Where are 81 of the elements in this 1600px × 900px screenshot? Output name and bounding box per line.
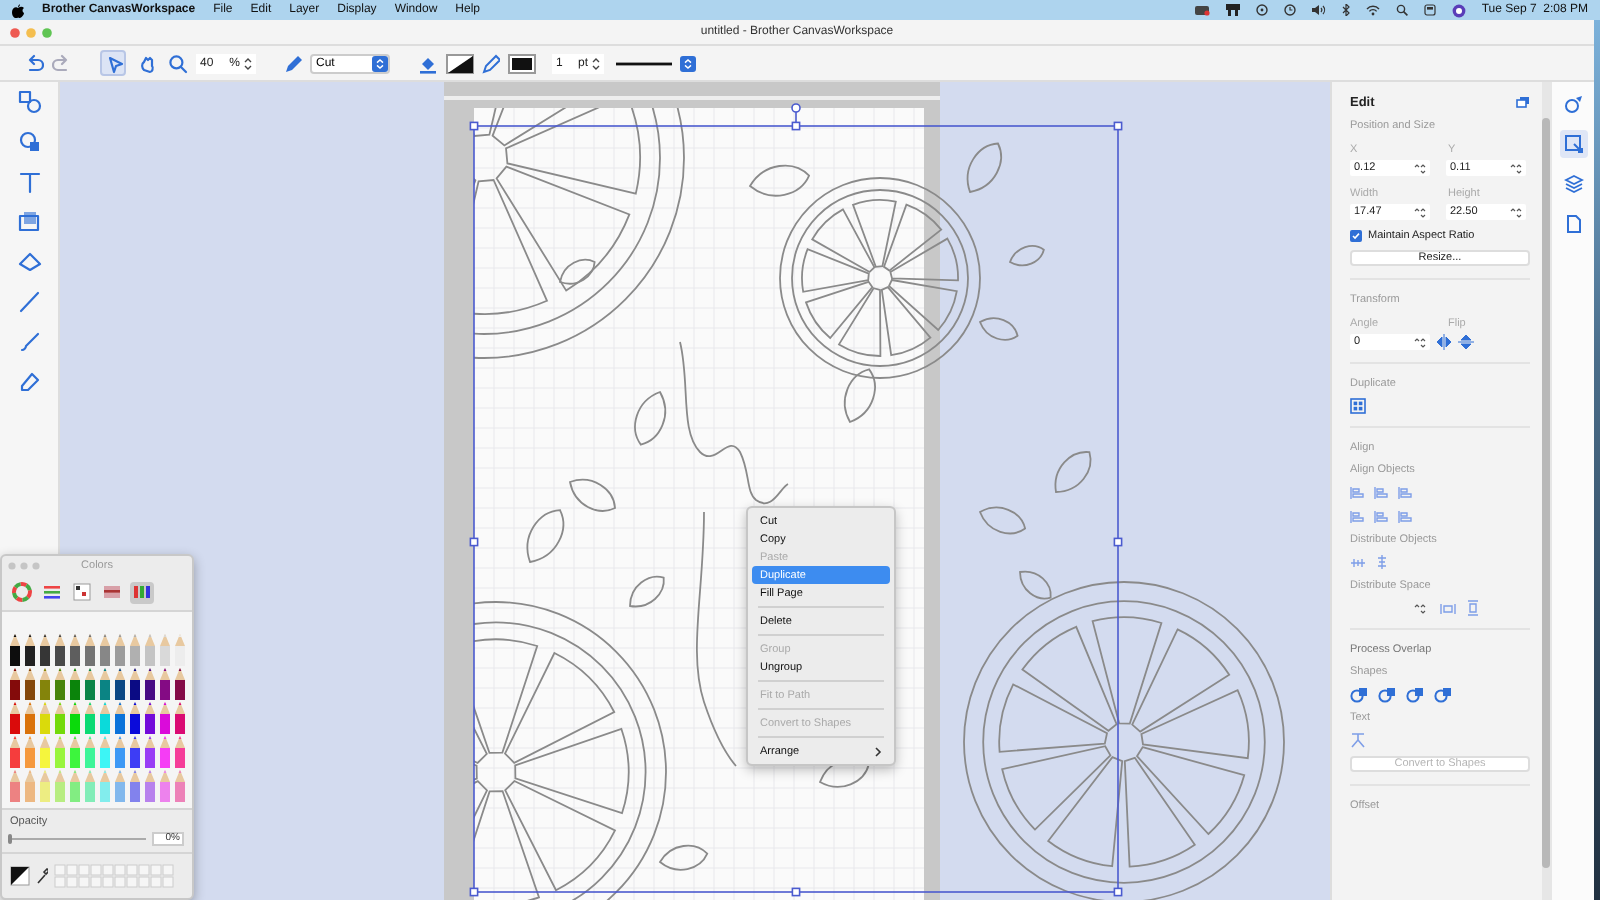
duplicate-window-icon[interactable] — [1516, 96, 1530, 108]
dropdown-arrows-icon — [680, 55, 696, 71]
scrollbar-thumb[interactable] — [1542, 118, 1550, 868]
line-icon[interactable] — [17, 290, 41, 314]
eyedropper-icon[interactable] — [36, 868, 48, 884]
layers-icon — [1563, 174, 1583, 194]
pencil-icon[interactable] — [482, 53, 500, 73]
text-to-shape-icon[interactable] — [1350, 732, 1366, 748]
crayons-icon — [132, 582, 152, 602]
page-icon — [1563, 214, 1583, 234]
apple-logo-icon — [12, 3, 24, 17]
align-left-icon[interactable] — [1350, 485, 1364, 499]
wifi-icon[interactable] — [1365, 4, 1380, 16]
stepper-icon[interactable] — [1414, 335, 1426, 349]
shape-outline-icon[interactable] — [17, 250, 41, 274]
stepper-icon[interactable] — [244, 55, 252, 71]
duplicate-grid-icon[interactable] — [1350, 398, 1366, 414]
fill-bucket-icon[interactable] — [418, 53, 438, 73]
dropdown-arrows-icon — [372, 55, 388, 71]
panel-tab[interactable] — [1559, 130, 1587, 158]
panel-tab[interactable] — [1559, 170, 1587, 198]
color-wheel-icon — [12, 582, 32, 602]
fill-color-swatch[interactable] — [446, 53, 474, 73]
citrus-slice-drawing[interactable] — [474, 108, 876, 512]
stepper-icon[interactable] — [1510, 205, 1522, 219]
color-mode-tab[interactable] — [130, 581, 154, 603]
citrus-slice-drawing[interactable] — [779, 142, 1045, 379]
selection-frame[interactable] — [469, 103, 1123, 897]
checkmark-icon — [1352, 231, 1360, 239]
distribute-vertical-icon[interactable] — [1376, 554, 1388, 570]
search-icon[interactable] — [1395, 4, 1408, 16]
stepper-icon[interactable] — [1414, 601, 1426, 615]
stepper-icon[interactable] — [592, 55, 600, 71]
object-settings-icon — [1563, 94, 1583, 114]
stepper-icon[interactable] — [1510, 161, 1522, 175]
color-sliders-icon — [42, 582, 62, 602]
undo-icon[interactable] — [24, 53, 44, 73]
color-mode-tab[interactable] — [100, 581, 124, 603]
stepper-icon[interactable] — [1414, 161, 1426, 175]
color-image-icon — [102, 582, 122, 602]
stepper-icon[interactable] — [1414, 205, 1426, 219]
hand-icon — [137, 53, 157, 73]
select-tool[interactable] — [100, 50, 126, 76]
camera-icon[interactable] — [1193, 4, 1210, 16]
bluetooth-icon[interactable] — [1341, 4, 1350, 16]
solid-line-icon — [616, 59, 672, 67]
line-style-dropdown[interactable] — [612, 53, 696, 73]
add-shape-icon[interactable] — [17, 130, 41, 154]
panel-tab[interactable] — [1559, 90, 1587, 118]
volume-icon[interactable] — [1311, 4, 1326, 16]
chevron-right-icon — [874, 745, 882, 757]
flip-horizontal-icon[interactable] — [1436, 334, 1452, 350]
zoom-icon[interactable] — [168, 53, 188, 73]
curved-line-drawing[interactable] — [696, 511, 737, 767]
shapes-icon[interactable] — [17, 90, 41, 114]
siri-icon[interactable] — [1451, 3, 1466, 17]
stamp-icon[interactable] — [17, 210, 41, 234]
text-icon[interactable] — [17, 170, 41, 194]
brush-icon[interactable] — [17, 330, 41, 354]
current-color-swatch[interactable] — [10, 866, 30, 886]
checkbox[interactable] — [1350, 229, 1362, 241]
clock-icon[interactable] — [1255, 4, 1268, 16]
close-button[interactable] — [10, 27, 20, 37]
color-mode-tab[interactable] — [40, 581, 64, 603]
control-center-icon[interactable] — [1423, 4, 1436, 16]
color-mode-tab[interactable] — [10, 581, 34, 603]
color-mode-tab[interactable] — [70, 581, 94, 603]
stroke-color-swatch[interactable] — [508, 53, 536, 73]
pointer-icon — [103, 53, 123, 73]
distribute-horizontal-icon[interactable] — [1350, 555, 1366, 569]
flip-vertical-icon[interactable] — [1458, 334, 1474, 350]
color-palette-icon — [72, 582, 92, 602]
pen-mode-icon[interactable] — [284, 53, 302, 73]
citrus-slice-drawing[interactable] — [963, 451, 1285, 900]
colored-pencils-drawing[interactable] — [7, 634, 187, 804]
swatch-grid-drawing[interactable] — [54, 863, 176, 889]
edit-selection-icon — [1563, 134, 1583, 154]
weld-icon[interactable] — [1350, 685, 1368, 703]
citrus-slice-drawing[interactable] — [474, 509, 709, 900]
eraser-icon[interactable] — [17, 370, 41, 394]
history-icon[interactable] — [1283, 4, 1296, 16]
